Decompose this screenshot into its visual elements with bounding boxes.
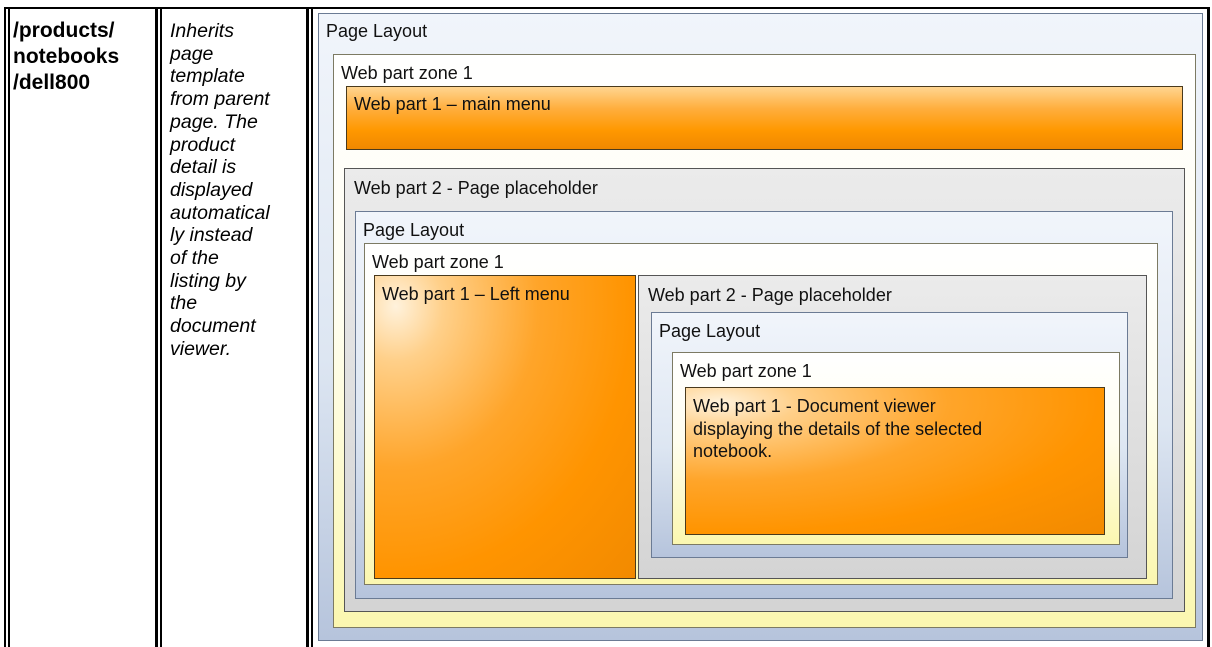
column-divider-1a (155, 7, 158, 647)
table-border-left (4, 7, 6, 647)
page-description: Inherits page template from parent page.… (170, 20, 270, 360)
column-divider-2b (311, 7, 313, 647)
table-border-top (4, 7, 1210, 9)
mid-page-placeholder-label: Web part 2 - Page placeholder (648, 285, 892, 305)
document-viewer-web-part: Web part 1 - Document viewer displaying … (685, 387, 1105, 535)
table-border-left-inner (8, 7, 10, 647)
table-border-right (1207, 7, 1210, 647)
column-divider-2a (306, 7, 309, 647)
column-divider-1b (160, 7, 162, 647)
inner-page-layout-label: Page Layout (659, 321, 761, 341)
main-menu-web-part-label: Web part 1 – main menu (354, 94, 551, 114)
mid-web-part-zone-label: Web part zone 1 (372, 252, 504, 272)
document-viewer-web-part-label: Web part 1 - Document viewer displaying … (693, 396, 983, 461)
inner-web-part-zone-label: Web part zone 1 (680, 361, 812, 381)
mid-page-layout-label: Page Layout (363, 220, 465, 240)
outer-page-placeholder-label: Web part 2 - Page placeholder (354, 178, 598, 198)
outer-page-layout-label: Page Layout (326, 21, 428, 41)
page-path: /products/ notebooks /dell800 (13, 19, 120, 94)
left-menu-web-part: Web part 1 – Left menu (374, 275, 636, 579)
outer-web-part-zone-label: Web part zone 1 (341, 63, 473, 83)
left-menu-web-part-label: Web part 1 – Left menu (382, 284, 570, 304)
main-menu-web-part: Web part 1 – main menu (346, 86, 1183, 150)
